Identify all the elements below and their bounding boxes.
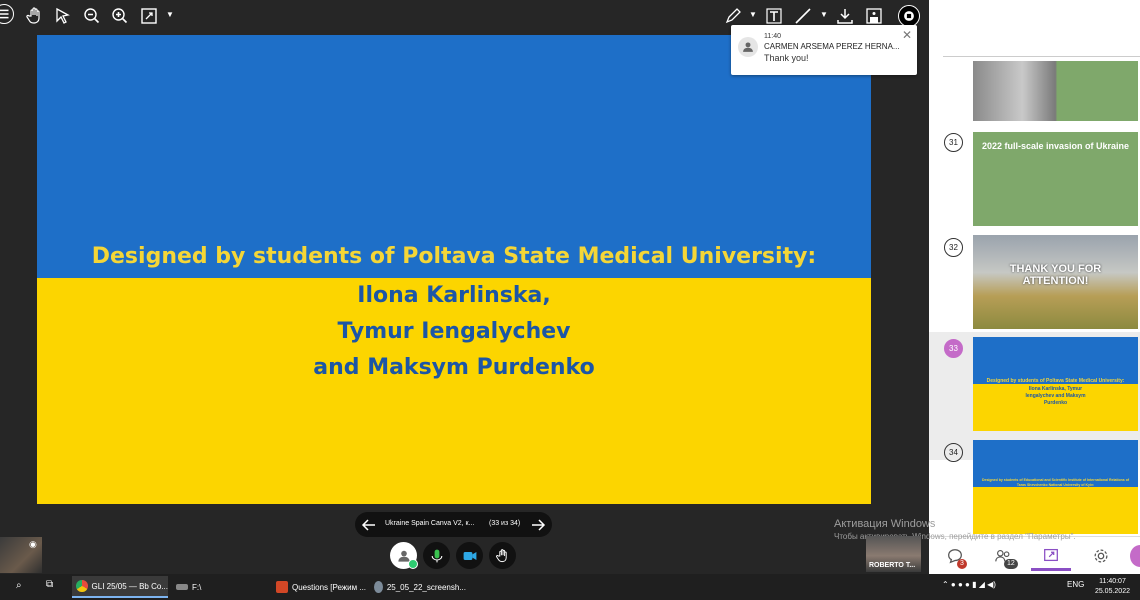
system-clock[interactable]: 11:40:07 25.05.2022 bbox=[1095, 577, 1130, 597]
flag-yellow-band bbox=[37, 278, 871, 504]
clock-time: 11:40:07 bbox=[1099, 578, 1126, 585]
slide-thumbnail-30[interactable] bbox=[973, 61, 1138, 121]
slide-navigator: Ukraine Spain Canva V2, к... (33 из 34) bbox=[355, 512, 552, 537]
notification-message: Thank you! bbox=[764, 53, 809, 63]
slide-number: 33 bbox=[944, 339, 963, 358]
taskbar-app-browser[interactable]: GLI 25/05 — Bb Co... bbox=[72, 576, 168, 598]
thumbnail-title: 2022 full-scale invasion of Ukraine bbox=[981, 141, 1130, 151]
camera-icon bbox=[463, 551, 476, 560]
menu-icon[interactable] bbox=[0, 4, 14, 24]
zoom-in-icon[interactable] bbox=[108, 4, 132, 28]
task-view-icon[interactable]: ⧉ bbox=[46, 579, 53, 590]
chat-badge: 3 bbox=[957, 559, 967, 569]
settings-button[interactable] bbox=[1081, 541, 1121, 571]
arrow-right-icon[interactable] bbox=[530, 517, 546, 533]
remote-video-tile[interactable]: ROBERTO T... bbox=[866, 536, 921, 572]
taskbar-app-powerpoint[interactable]: Questions [Режим ... bbox=[272, 576, 368, 598]
share-content-button[interactable] bbox=[1031, 541, 1071, 571]
hand-icon bbox=[495, 548, 507, 562]
user-status-button[interactable] bbox=[390, 542, 418, 569]
notification-sender: CARMEN ARSEMA PEREZ HERNA... bbox=[764, 42, 900, 51]
slide-number: 32 bbox=[944, 238, 963, 257]
slide-name-1: Ilona Karlinska, bbox=[357, 283, 551, 308]
status-badge bbox=[408, 559, 418, 569]
remote-participant-name: ROBERTO T... bbox=[869, 562, 916, 569]
presentation-title: Ukraine Spain Canva V2, к... bbox=[385, 520, 475, 527]
more-button[interactable] bbox=[1130, 545, 1140, 567]
thumbnail-title: THANK YOU FOR ATTENTION! bbox=[1009, 263, 1102, 287]
close-icon[interactable]: ✕ bbox=[902, 28, 912, 42]
raise-hand-button[interactable] bbox=[489, 542, 516, 569]
fit-icon[interactable] bbox=[137, 4, 161, 28]
pointer-icon[interactable] bbox=[51, 4, 75, 28]
panel-toolbar: 3 12 bbox=[929, 536, 1140, 574]
slide-name-2: Tymur Iengalychev bbox=[337, 319, 571, 344]
stop-icon[interactable] bbox=[898, 5, 920, 27]
slides-panel: 31 2022 full-scale invasion of Ukraine 3… bbox=[929, 0, 1140, 574]
gear-icon bbox=[1094, 549, 1108, 563]
slide-thumbnail-34[interactable]: Designed by students of Educational and … bbox=[973, 440, 1138, 534]
self-video-tile[interactable]: ◉ bbox=[0, 537, 42, 573]
thumbnail-title: Designed by students of Educational and … bbox=[981, 478, 1129, 487]
hand-icon[interactable] bbox=[23, 4, 47, 28]
avatar bbox=[738, 37, 758, 57]
chevron-down-icon[interactable]: ▼ bbox=[820, 10, 828, 19]
microphone-icon bbox=[431, 549, 442, 562]
arrow-left-icon[interactable] bbox=[361, 517, 377, 533]
eye-icon[interactable]: ◉ bbox=[29, 539, 37, 550]
taskbar-app-screenshot[interactable]: 25_05_22_screensh... bbox=[370, 576, 466, 598]
chevron-down-icon[interactable]: ▼ bbox=[166, 10, 174, 19]
slide-credit-title: Designed by students of Poltava State Me… bbox=[91, 244, 817, 269]
chrome-icon bbox=[76, 580, 88, 592]
taskbar-app-explorer[interactable]: F:\ bbox=[172, 576, 268, 598]
powerpoint-icon bbox=[276, 581, 288, 593]
drive-icon bbox=[176, 584, 188, 590]
thumbnail-title: Designed by students of Poltava State Me… bbox=[986, 378, 1125, 384]
slide-thumbnail-31[interactable]: 2022 full-scale invasion of Ukraine bbox=[973, 132, 1138, 226]
panel-divider bbox=[943, 56, 1140, 57]
chevron-down-icon[interactable]: ▼ bbox=[749, 10, 757, 19]
slide-number: 34 bbox=[944, 443, 963, 462]
chat-button[interactable]: 3 bbox=[935, 541, 975, 571]
tray-icons[interactable]: ⌃ ● ● ● ▮ ◢ ◀) bbox=[942, 580, 996, 589]
thumbnail-names: Ilona Karlinska, Tymur Iengalychev and M… bbox=[1025, 386, 1086, 406]
windows-activation-title: Активация Windows bbox=[834, 518, 936, 530]
slide-number: 31 bbox=[944, 133, 963, 152]
participants-badge: 12 bbox=[1004, 559, 1018, 569]
slide-name-3: and Maksym Purdenko bbox=[313, 355, 595, 380]
slide-canvas: Designed by students of Poltava State Me… bbox=[37, 35, 871, 504]
search-icon[interactable]: ⌕ bbox=[16, 580, 22, 591]
microphone-button[interactable] bbox=[423, 542, 450, 569]
taskbar-app-label: F:\ bbox=[192, 582, 202, 592]
taskbar-app-label: GLI 25/05 — Bb Co... bbox=[91, 581, 168, 591]
page-indicator: (33 из 34) bbox=[489, 520, 521, 527]
windows-taskbar: ⌕ ⧉ GLI 25/05 — Bb Co... F:\ Questions [… bbox=[0, 574, 1140, 600]
slide-thumbnail-33[interactable]: Designed by students of Poltava State Me… bbox=[973, 337, 1138, 431]
zoom-out-icon[interactable] bbox=[80, 4, 104, 28]
camera-button[interactable] bbox=[456, 542, 483, 569]
slide-thumbnail-32[interactable]: THANK YOU FOR ATTENTION! bbox=[973, 235, 1138, 329]
chat-notification[interactable]: 11:40 CARMEN ARSEMA PEREZ HERNA... Thank… bbox=[731, 25, 917, 75]
clock-date: 25.05.2022 bbox=[1094, 588, 1130, 595]
image-viewer-icon bbox=[374, 581, 383, 593]
notification-time: 11:40 bbox=[764, 33, 781, 40]
taskbar-app-label: Questions [Режим ... bbox=[292, 582, 367, 592]
taskbar-app-label: 25_05_22_screensh... bbox=[386, 582, 466, 592]
participants-button[interactable]: 12 bbox=[983, 541, 1023, 571]
language-indicator[interactable]: ENG bbox=[1067, 580, 1084, 589]
